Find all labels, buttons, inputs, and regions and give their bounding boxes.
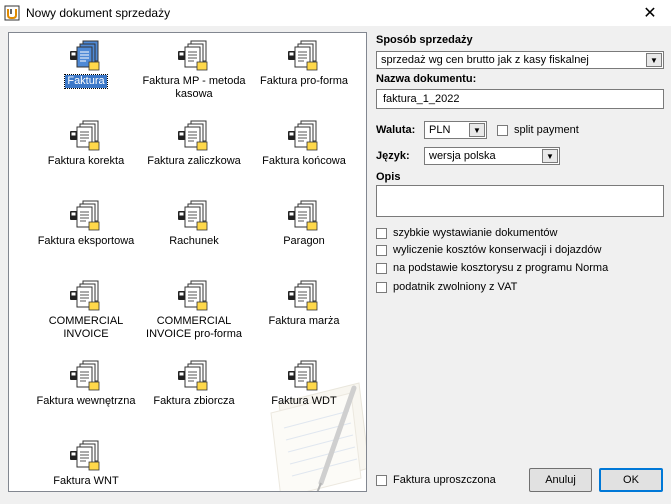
document-type-item[interactable]: Faktura zbiorcza (134, 357, 254, 437)
document-stack-icon (178, 200, 208, 231)
document-stack-icon (70, 40, 100, 71)
document-type-label: Faktura pro-forma (259, 75, 349, 87)
simplified-invoice-checkbox[interactable]: Faktura uproszczona (376, 474, 496, 486)
document-stack-icon (288, 200, 318, 231)
checkbox-box (376, 474, 387, 486)
document-type-label: Faktura korekta (47, 155, 125, 167)
document-type-item[interactable]: COMMERCIAL INVOICE pro-forma (134, 277, 254, 357)
document-type-item[interactable]: Faktura WDT (244, 357, 364, 437)
sales-method-value: sprzedaż wg cen brutto jak z kasy fiskal… (381, 54, 589, 66)
document-stack-icon (178, 280, 208, 311)
document-type-item[interactable]: Faktura MP - metoda kasowa (134, 37, 254, 117)
currency-value: PLN (429, 124, 451, 136)
split-payment-label: split payment (514, 124, 579, 136)
document-name-label: Nazwa dokumentu: (376, 73, 477, 85)
document-type-label: Rachunek (169, 235, 219, 247)
vat-exempt-checkbox[interactable]: podatnik zwolniony z VAT (376, 281, 517, 293)
document-type-item[interactable]: Faktura marża (244, 277, 364, 357)
ok-button-label: OK (623, 474, 639, 486)
description-input[interactable] (376, 185, 664, 217)
document-type-label: Faktura WDT (271, 395, 337, 407)
language-value: wersja polska (429, 150, 496, 162)
document-type-item[interactable]: Paragon (244, 197, 364, 277)
language-select[interactable]: wersja polska ▼ (424, 147, 560, 165)
document-type-label: COMMERCIAL INVOICE pro-forma (146, 315, 242, 340)
document-stack-icon (288, 120, 318, 151)
norma-estimate-label: na podstawie kosztorysu z programu Norma (393, 262, 609, 274)
document-stack-icon (70, 440, 100, 471)
close-button[interactable]: ✕ (629, 0, 671, 26)
document-type-item[interactable]: COMMERCIAL INVOICE (26, 277, 146, 357)
cancel-button[interactable]: Anuluj (529, 468, 592, 492)
maintenance-costs-label: wyliczenie kosztów konserwacji i dojazdó… (393, 244, 602, 256)
window-title: Nowy dokument sprzedaży (26, 6, 171, 20)
vat-exempt-label: podatnik zwolniony z VAT (393, 281, 518, 293)
document-stack-icon (70, 120, 100, 151)
document-type-item[interactable]: Faktura wewnętrzna (26, 357, 146, 437)
ok-button[interactable]: OK (599, 468, 663, 492)
document-type-label: Faktura (64, 74, 108, 89)
document-type-label: Faktura zbiorcza (153, 395, 235, 407)
chevron-down-icon: ▼ (646, 53, 662, 67)
document-stack-icon (288, 40, 318, 71)
document-type-item[interactable]: Rachunek (134, 197, 254, 277)
norma-estimate-checkbox[interactable]: na podstawie kosztorysu z programu Norma (376, 262, 608, 274)
quick-issue-checkbox[interactable]: szybkie wystawianie dokumentów (376, 227, 557, 239)
language-label: Język: (376, 150, 410, 162)
chevron-down-icon: ▼ (469, 123, 485, 137)
document-type-label: Paragon (283, 235, 325, 247)
title-bar: Nowy dokument sprzedaży ✕ (0, 0, 671, 26)
sales-method-select[interactable]: sprzedaż wg cen brutto jak z kasy fiskal… (376, 51, 664, 69)
document-type-item[interactable]: Faktura pro-forma (244, 37, 364, 117)
currency-select[interactable]: PLN ▼ (424, 121, 487, 139)
chevron-down-icon: ▼ (542, 149, 558, 163)
document-stack-icon (288, 280, 318, 311)
document-stack-icon (70, 360, 100, 391)
document-stack-icon (70, 200, 100, 231)
app-logo-icon (4, 5, 20, 21)
document-type-label: Faktura WNT (53, 475, 119, 487)
maintenance-costs-checkbox[interactable]: wyliczenie kosztów konserwacji i dojazdó… (376, 244, 601, 256)
document-type-label: Faktura marża (268, 315, 340, 327)
document-type-item[interactable]: Faktura (26, 37, 146, 117)
document-type-label: Faktura wewnętrzna (36, 395, 136, 407)
document-type-item[interactable]: Faktura zaliczkowa (134, 117, 254, 197)
document-type-item[interactable]: Faktura korekta (26, 117, 146, 197)
split-payment-checkbox[interactable]: split payment (497, 124, 579, 136)
document-type-label: COMMERCIAL INVOICE (48, 315, 124, 340)
checkbox-box (376, 262, 387, 274)
document-type-label: Faktura eksportowa (37, 235, 135, 247)
document-type-list: Faktura Faktura MP - metoda kasowa Faktura… (8, 32, 367, 492)
checkbox-box (497, 124, 508, 136)
document-stack-icon (288, 360, 318, 391)
sales-method-label: Sposób sprzedaży (376, 34, 473, 46)
currency-label: Waluta: (376, 124, 416, 136)
document-type-item[interactable]: Faktura eksportowa (26, 197, 146, 277)
document-type-label: Faktura końcowa (262, 155, 346, 167)
cancel-button-label: Anuluj (545, 474, 576, 486)
document-stack-icon (178, 40, 208, 71)
checkbox-box (376, 227, 387, 239)
checkbox-box (376, 244, 387, 256)
description-label: Opis (376, 171, 401, 183)
document-type-label: Faktura zaliczkowa (147, 155, 241, 167)
document-stack-icon (70, 280, 100, 311)
close-icon: ✕ (643, 5, 657, 22)
document-type-item[interactable]: Faktura końcowa (244, 117, 364, 197)
simplified-invoice-label: Faktura uproszczona (393, 474, 496, 486)
document-type-label: Faktura MP - metoda kasowa (142, 75, 246, 100)
document-stack-icon (178, 120, 208, 151)
document-name-input[interactable]: faktura_1_2022 (376, 89, 664, 109)
document-stack-icon (178, 360, 208, 391)
quick-issue-label: szybkie wystawianie dokumentów (393, 227, 558, 239)
checkbox-box (376, 281, 387, 293)
document-type-item[interactable]: Faktura WNT (26, 437, 146, 491)
